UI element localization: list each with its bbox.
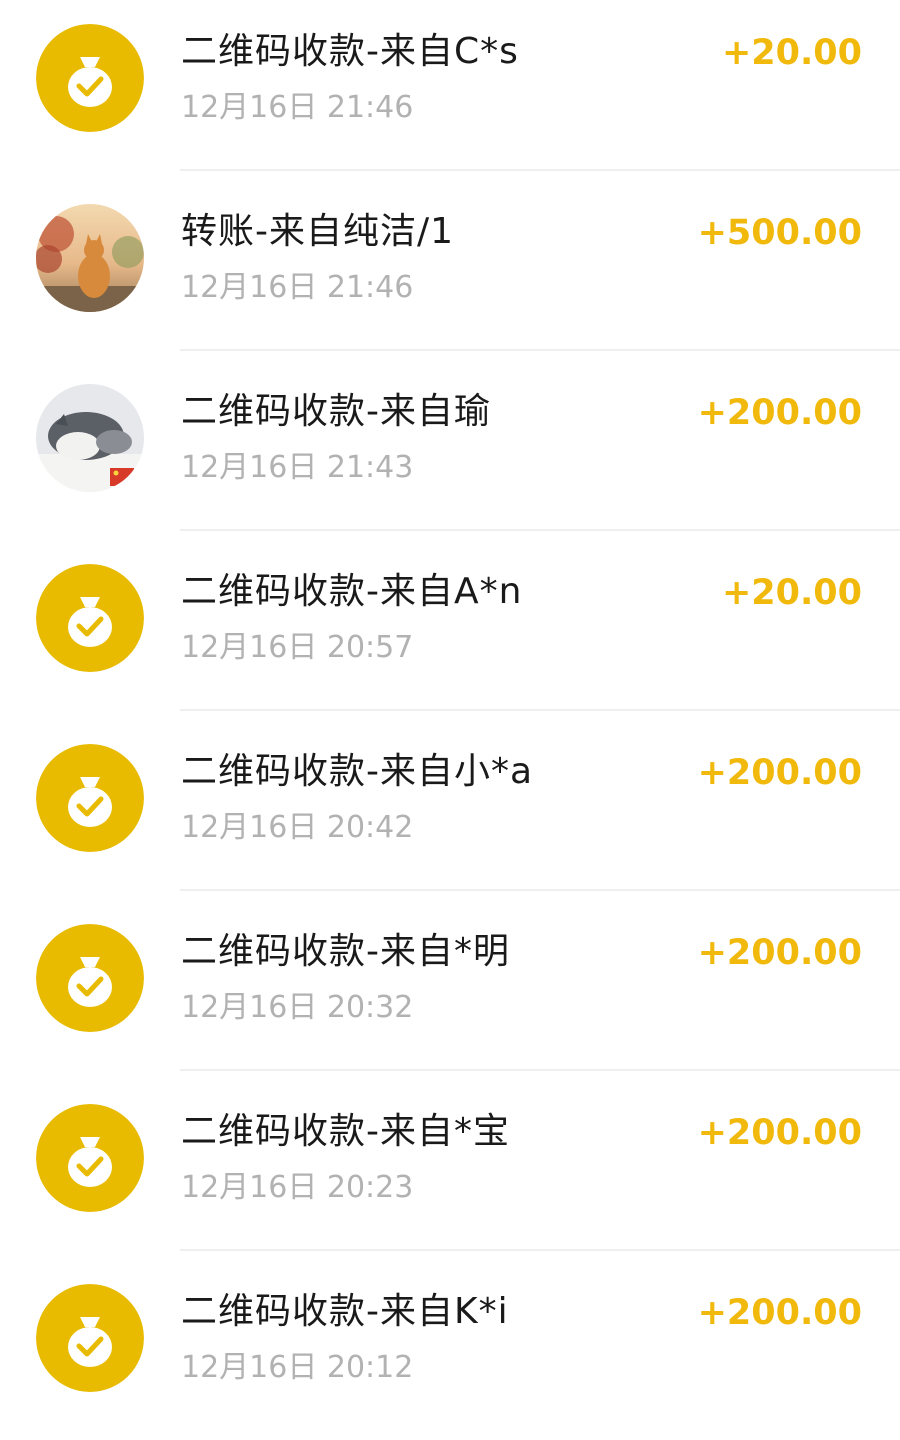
transaction-time: 12月16日 20:57 — [181, 630, 414, 665]
money-bag-icon — [36, 1104, 144, 1212]
user-avatar — [36, 384, 144, 492]
divider — [180, 1069, 900, 1071]
transaction-title: 二维码收款-来自*宝 — [181, 1111, 510, 1152]
transaction-title: 二维码收款-来自C*s — [181, 31, 519, 72]
money-bag-icon — [36, 564, 144, 672]
divider — [180, 529, 900, 531]
transaction-row[interactable]: 二维码收款-来自K*i 12月16日 20:12 +200.00 — [0, 1260, 900, 1440]
transaction-title: 二维码收款-来自*明 — [181, 931, 510, 972]
transaction-title: 二维码收款-来自A*n — [181, 571, 523, 612]
transaction-amount: +200.00 — [697, 933, 862, 973]
transaction-time: 12月16日 21:46 — [181, 90, 414, 125]
transaction-time: 12月16日 20:12 — [181, 1350, 414, 1385]
transaction-amount: +20.00 — [721, 573, 862, 613]
divider — [180, 1249, 900, 1251]
transaction-row[interactable]: 二维码收款-来自瑜 12月16日 21:43 +200.00 — [0, 360, 900, 540]
divider — [180, 349, 900, 351]
transaction-row[interactable]: 转账-来自纯洁/1 12月16日 21:46 +500.00 — [0, 180, 900, 360]
transaction-time: 12月16日 20:23 — [181, 1170, 414, 1205]
divider — [180, 709, 900, 711]
transaction-row[interactable]: 二维码收款-来自*明 12月16日 20:32 +200.00 — [0, 900, 900, 1080]
transaction-amount: +500.00 — [697, 213, 862, 253]
transaction-row[interactable]: 二维码收款-来自A*n 12月16日 20:57 +20.00 — [0, 540, 900, 720]
transaction-amount: +200.00 — [697, 1113, 862, 1153]
transaction-amount: +200.00 — [697, 393, 862, 433]
transaction-row[interactable]: 二维码收款-来自C*s 12月16日 21:46 +20.00 — [0, 0, 900, 180]
transaction-amount: +20.00 — [721, 33, 862, 73]
transaction-title: 二维码收款-来自K*i — [181, 1291, 509, 1332]
transaction-time: 12月16日 20:42 — [181, 810, 414, 845]
transaction-row[interactable]: 二维码收款-来自小*a 12月16日 20:42 +200.00 — [0, 720, 900, 900]
divider — [180, 889, 900, 891]
transaction-list: 二维码收款-来自C*s 12月16日 21:46 +20.00 转账-来自纯洁/… — [0, 0, 900, 1413]
transaction-time: 12月16日 21:43 — [181, 450, 414, 485]
money-bag-icon — [36, 24, 144, 132]
money-bag-icon — [36, 1284, 144, 1392]
transaction-amount: +200.00 — [697, 753, 862, 793]
money-bag-icon — [36, 924, 144, 1032]
money-bag-icon — [36, 744, 144, 852]
transaction-title: 二维码收款-来自小*a — [181, 751, 534, 792]
transaction-title: 转账-来自纯洁/1 — [181, 211, 455, 252]
transaction-row[interactable]: 二维码收款-来自*宝 12月16日 20:23 +200.00 — [0, 1080, 900, 1260]
divider — [180, 169, 900, 171]
transaction-title: 二维码收款-来自瑜 — [181, 391, 491, 432]
user-avatar — [36, 204, 144, 312]
transaction-amount: +200.00 — [697, 1293, 862, 1333]
transaction-time: 12月16日 21:46 — [181, 270, 414, 305]
transaction-time: 12月16日 20:32 — [181, 990, 414, 1025]
